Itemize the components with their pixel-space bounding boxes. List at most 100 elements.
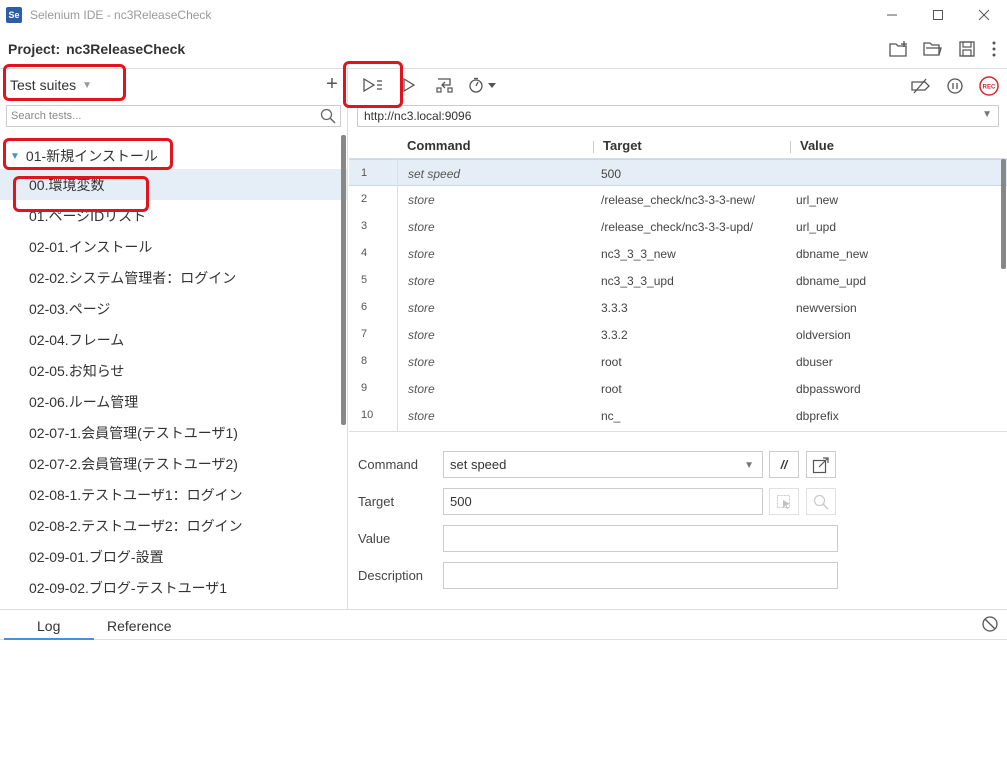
description-input[interactable] [450,568,837,583]
project-name[interactable]: nc3ReleaseCheck [66,41,185,57]
base-url-field: ▼ [357,105,999,127]
row-number: 8 [361,355,368,367]
log-panel: Log Reference [0,609,1007,757]
chevron-down-icon[interactable]: ▼ [982,109,992,120]
table-row[interactable]: 2 store/release_check/nc3-3-3-new/url_new [349,186,1007,213]
save-icon[interactable] [955,37,979,61]
value-input[interactable] [450,531,837,546]
test-item[interactable]: 02-02.システム管理者：ログイン [0,262,347,293]
table-row[interactable]: 3 store/release_check/nc3-3-3-upd/url_upd [349,213,1007,240]
test-suites-dropdown-label: Test suites [10,77,77,93]
close-icon[interactable] [961,0,1007,29]
test-item[interactable]: 02-08-2.テストユーザ2：ログイン [0,510,347,541]
row-value: oldversion [796,328,851,342]
row-command: store [408,247,435,261]
row-target: nc3_3_3_upd [601,274,674,288]
pause-icon[interactable] [941,71,969,101]
add-suite-button[interactable]: + [321,73,343,95]
column-header-target: Target [603,138,642,153]
disable-breakpoints-icon[interactable] [907,71,935,101]
test-item[interactable]: 02-09-02.ブログ-テストユーザ1 [0,572,347,603]
table-row[interactable]: 7 store 3.3.2 oldversion [349,321,1007,348]
open-folder-icon[interactable] [921,37,945,61]
suites-header: Test suites ▼ + [0,69,347,101]
open-reference-button[interactable] [806,451,836,478]
test-item[interactable]: 02-09-01.ブログ-設置 [0,541,347,572]
test-suites-panel: Test suites ▼ + ▼ 01-新規インストール 00.環境変数 01… [0,69,348,609]
window-controls [869,0,1007,29]
step-over-icon[interactable] [427,70,463,100]
test-editor-panel: REC ▼ Command Target Value 1 set speed 500… [349,69,1007,609]
external-link-icon [812,456,829,473]
search-tests-input[interactable] [7,110,307,122]
comment-button[interactable]: // [769,451,799,478]
row-target: 500 [601,167,622,181]
select-target-button[interactable] [769,488,799,515]
active-tab-indicator [4,638,94,640]
row-value: url_upd [796,220,837,234]
run-current-test-icon[interactable] [391,70,427,100]
record-icon[interactable]: REC [975,71,1003,101]
description-label: Description [358,568,424,583]
table-scrollbar[interactable] [1001,159,1006,269]
more-icon[interactable] [989,37,999,61]
row-command: store [408,220,435,234]
suite-item[interactable]: ▼ 01-新規インストール [0,143,347,169]
caret-down-icon[interactable]: ▼ [10,151,20,162]
test-item[interactable]: 00.環境変数 [0,169,347,200]
record-label: REC [983,85,996,91]
new-project-icon[interactable] [887,37,911,61]
value-row: Value [358,525,998,553]
test-list-scrollbar[interactable] [341,135,346,425]
test-suites-dropdown[interactable]: Test suites ▼ [10,77,92,93]
test-item[interactable]: 02-03.ページ [0,293,347,324]
tab-log[interactable]: Log [37,618,60,634]
description-row: Description [358,562,998,590]
table-row[interactable]: 9 store root dbpassword [349,375,1007,402]
row-target: /release_check/nc3-3-3-upd/ [601,220,754,234]
row-command: store [408,301,435,315]
test-item[interactable]: 02-01.インストール [0,231,347,262]
test-item[interactable]: 01.ページIDリスト [0,200,347,231]
search-icon[interactable] [320,108,336,127]
test-item[interactable]: 02-07-2.会員管理(テストユーザ2) [0,448,347,479]
target-label: Target [358,494,395,509]
table-row[interactable]: 8 store root dbuser [349,348,1007,375]
maximize-icon[interactable] [915,0,961,29]
test-item[interactable]: 02-04.フレーム [0,324,347,355]
table-row[interactable]: 4 store nc3_3_3_new dbname_new [349,240,1007,267]
row-value: dbname_new [796,247,869,261]
row-value: url_new [796,193,839,207]
row-number: 7 [361,328,368,340]
row-target: 3.3.3 [601,301,628,315]
test-item[interactable]: 02-08-1.テストユーザ1：ログイン [0,479,347,510]
table-row[interactable]: 10 store nc_ dbprefix [349,402,1007,429]
table-body: 1 set speed 500 2 store/release_check/nc3-3-… [349,159,1007,429]
command-label: Command [358,457,418,472]
command-select[interactable]: set speed ▼ [443,451,763,478]
test-item[interactable]: 02-07-1.会員管理(テストユーザ1) [0,417,347,448]
target-input[interactable] [450,494,762,509]
target-row: Target [358,488,998,516]
row-command: store [408,193,435,207]
row-number: 4 [361,247,368,259]
commands-table: Command Target Value 1 set speed 500 2 store… [349,133,1007,432]
table-header: Command Target Value [349,133,1007,159]
test-item[interactable]: 02-05.お知らせ [0,355,347,386]
clear-log-icon[interactable] [981,615,999,636]
tab-reference[interactable]: Reference [107,618,172,634]
minimize-icon[interactable] [869,0,915,29]
row-number: 1 [361,167,368,179]
test-item[interactable]: 02-06.ルーム管理 [0,386,347,417]
table-row[interactable]: 5 store nc3_3_3_upd dbname_upd [349,267,1007,294]
log-tabs: Log Reference [0,610,1007,640]
table-row[interactable]: 1 set speed 500 [349,159,1007,186]
table-row[interactable]: 6 store 3.3.3 newversion [349,294,1007,321]
row-number: 5 [361,274,368,286]
run-all-tests-icon[interactable] [355,70,391,100]
speed-icon[interactable] [463,70,503,100]
base-url-input[interactable] [358,109,958,123]
row-command: set speed [408,167,461,181]
chevron-down-icon[interactable]: ▼ [744,460,754,471]
find-target-button[interactable] [806,488,836,515]
